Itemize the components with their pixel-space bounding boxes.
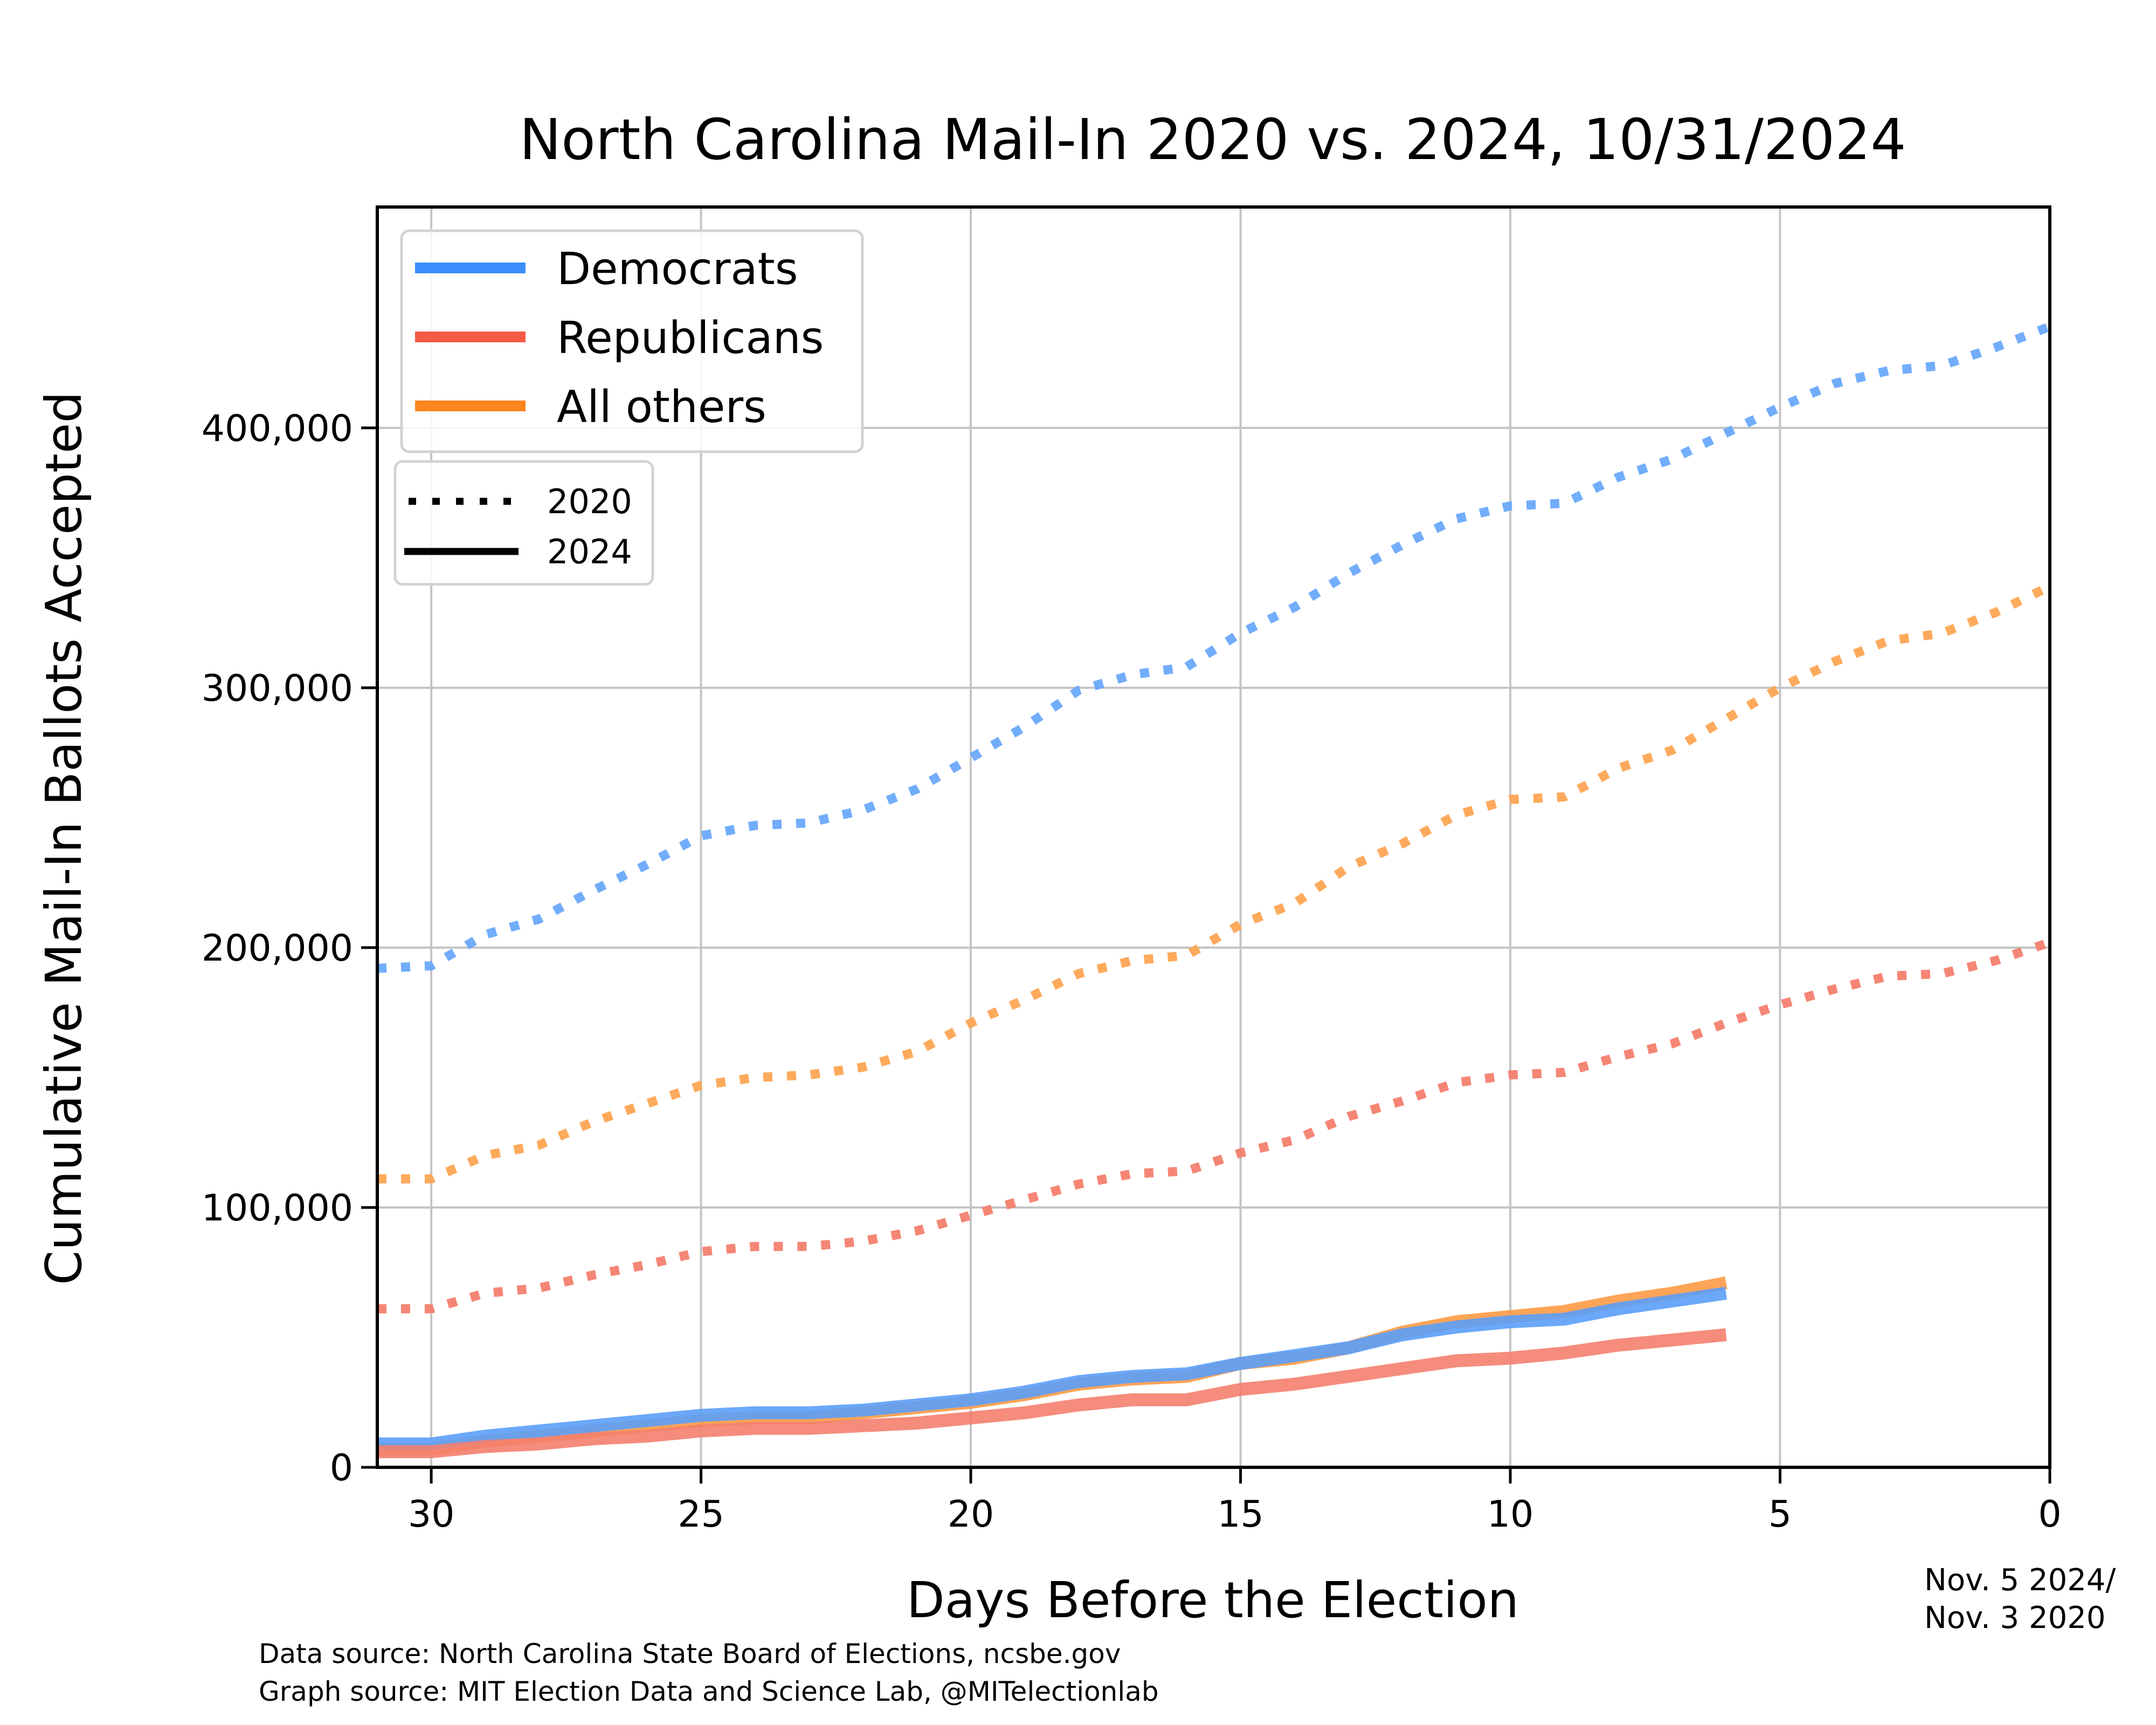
legend-label-2020: 2020 <box>547 482 632 521</box>
series-line-republicans-2020 <box>377 938 2051 1314</box>
x-axis-label: Days Before the Election <box>907 1571 1519 1629</box>
x-tick-label: 15 <box>1217 1493 1264 1536</box>
y-axis-label: Cumulative Mail-In Ballots Accepted <box>35 391 93 1285</box>
election-date-note-line-2: Nov. 3 2020 <box>1924 1600 2106 1636</box>
y-tick-label: 0 <box>330 1447 353 1489</box>
y-tick-label: 200,000 <box>202 927 353 970</box>
x-tick-label: 10 <box>1487 1493 1534 1536</box>
party-legend: Democrats Republicans All others <box>400 229 864 453</box>
y-tick-label: 400,000 <box>202 408 353 450</box>
chart: 30 25 20 15 10 5 0 0 100,000 200,000 300,000 400,00… <box>35 107 2116 1707</box>
data-source-text: Data source: North Carolina State Board … <box>259 1638 1121 1669</box>
legend-swatch-all-others <box>415 401 526 411</box>
series-line-all-others-2020 <box>377 582 2052 1184</box>
year-legend: 2020 2024 <box>393 460 654 586</box>
y-tick-label: 300,000 <box>202 667 353 710</box>
x-tick-label: 0 <box>2038 1493 2061 1536</box>
graph-source-text: Graph source: MIT Election Data and Scie… <box>259 1676 1159 1707</box>
legend-label-2024: 2024 <box>547 532 632 571</box>
legend-label-all-others: All others <box>557 382 766 433</box>
legend-label-democrats: Democrats <box>557 244 798 295</box>
legend-label-republicans: Republicans <box>557 313 824 364</box>
chart-title: North Carolina Mail-In 2020 vs. 2024, 10… <box>519 107 1906 172</box>
legend-swatch-democrats <box>415 263 526 273</box>
y-tick-label: 100,000 <box>202 1187 353 1230</box>
x-tick-label: 20 <box>948 1493 994 1536</box>
x-tick-label: 5 <box>1768 1493 1792 1536</box>
x-tick-label: 30 <box>408 1493 455 1536</box>
election-date-note-line-1: Nov. 5 2024/ <box>1924 1563 2116 1598</box>
legend-swatch-republicans <box>415 332 526 342</box>
series-line-democrats-2024 <box>377 1287 1727 1451</box>
x-tick-label: 25 <box>678 1493 724 1536</box>
